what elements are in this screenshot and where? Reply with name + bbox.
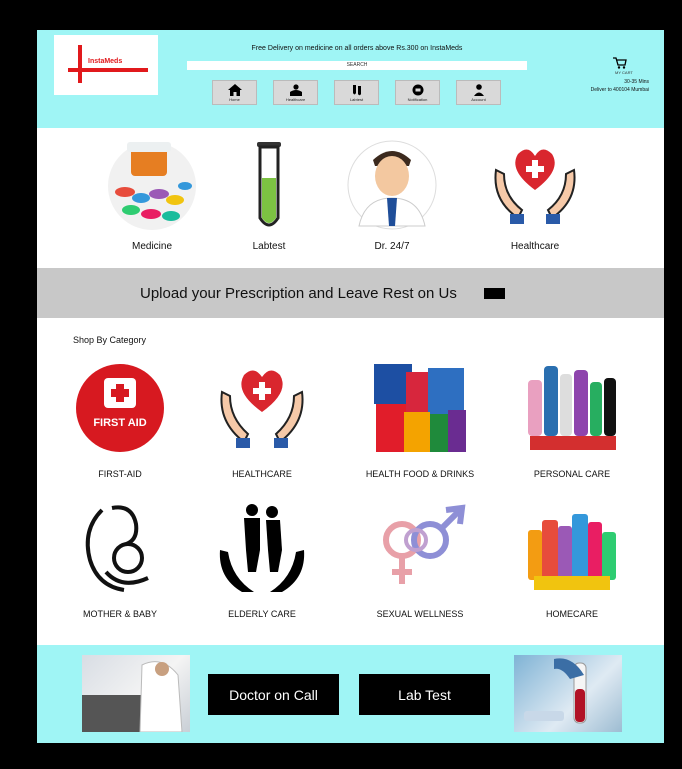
category-homecare[interactable]: HOMECARE [517,500,627,620]
topcat-medicine-label: Medicine [131,241,173,252]
homecare-icon [528,514,616,590]
healthcare-icon [289,83,302,96]
lab-test-button[interactable]: Lab Test [359,674,490,715]
nav-notification-button[interactable]: Notification [395,80,440,105]
promo-text: Free Delivery on medicine on all orders … [251,45,463,52]
category-personal-care-label: PERSONAL CARE [533,469,611,479]
category-healthcare[interactable]: HEALTHCARE [207,360,317,480]
category-first-aid-label: FIRST-AID [98,469,142,479]
category-sexual-wellness[interactable]: SEXUAL WELLNESS [365,500,475,620]
medicine-pills-icon [108,142,196,230]
search-bar[interactable]: SEARCH [187,61,527,70]
nav-bar: Home Healthcare Labtest Notification Acc… [212,80,501,107]
gender-symbols-icon [383,504,466,584]
topcat-doctor[interactable]: Dr. 24/7 [337,140,447,252]
health-drinks-icon [374,364,466,452]
shop-by-category-title: Shop By Category [73,335,147,345]
first-aid-logo-text: FIRST AID [93,417,146,429]
notification-icon [412,84,423,95]
test-tube-icon [257,142,281,227]
category-mother-baby[interactable]: MOTHER & BABY [65,500,175,620]
nav-healthcare-button[interactable]: Healthcare [273,80,318,105]
account-icon [473,83,484,96]
personal-care-icon [528,366,616,450]
category-elderly-care[interactable]: ELDERLY CARE [207,500,317,620]
nav-home-label: Home [229,96,240,102]
delivery-location: Deliver to 400104 Mumbai [590,87,649,93]
doctor-icon [347,140,437,230]
logo-text: InstaMeds [88,58,123,65]
nav-account-button[interactable]: Account [456,80,501,105]
bottom-section: Doctor on Call Lab Test [37,645,664,743]
mother-baby-icon [85,505,149,592]
nav-notification-label: Notification [407,96,428,102]
nav-labtest-button[interactable]: Labtest [334,80,379,105]
first-aid-icon: FIRST AID [76,364,164,452]
delivery-info[interactable]: 30-35 Mins Deliver to 400104 Mumbai [537,78,649,94]
logo[interactable]: InstaMeds [54,35,158,95]
home-icon [227,83,242,96]
lab-sample-image [514,655,622,732]
logo-cross-icon [78,45,82,83]
upload-button[interactable] [484,288,505,299]
category-sexual-wellness-label: SEXUAL WELLNESS [376,609,464,619]
category-health-food-label: HEALTH FOOD & DRINKS [365,469,475,479]
doctor-on-call-button[interactable]: Doctor on Call [208,674,339,715]
category-healthcare-label: HEALTHCARE [232,469,292,479]
header: InstaMeds Free Delivery on medicine on a… [37,30,664,128]
doctor-image-icon [82,661,183,733]
top-categories: Medicine Labtest Dr. 24/7 Healthcare [37,128,664,268]
heart-hands-icon [494,149,576,224]
topcat-medicine[interactable]: Medicine [97,140,207,252]
topcat-labtest[interactable]: Labtest [214,140,324,252]
nav-healthcare-label: Healthcare [285,96,306,102]
cart-icon[interactable] [613,57,627,69]
logo-cross-bar [68,68,148,72]
doctor-laptop-image [82,655,190,733]
upload-prescription-banner: Upload your Prescription and Leave Rest … [37,268,664,318]
elderly-care-icon [219,504,305,592]
topcat-labtest-label: Labtest [252,241,286,252]
category-personal-care[interactable]: PERSONAL CARE [517,360,627,480]
labtest-icon [352,84,361,95]
cart-label: MY CART [615,70,633,75]
blood-sample-icon [524,658,587,724]
heart-hands-icon [220,370,304,448]
delivery-time: 30-35 Mins [624,79,649,85]
topcat-healthcare[interactable]: Healthcare [480,140,590,252]
topcat-healthcare-label: Healthcare [510,241,560,252]
nav-account-label: Account [471,96,486,102]
nav-labtest-label: Labtest [349,96,364,102]
category-health-food[interactable]: HEALTH FOOD & DRINKS [365,360,475,480]
nav-home-button[interactable]: Home [212,80,257,105]
page: InstaMeds Free Delivery on medicine on a… [37,30,664,743]
category-first-aid[interactable]: FIRST AID FIRST-AID [65,360,175,480]
category-mother-baby-label: MOTHER & BABY [82,609,157,619]
topcat-doctor-label: Dr. 24/7 [374,241,410,252]
category-elderly-care-label: ELDERLY CARE [228,609,296,619]
upload-text: Upload your Prescription and Leave Rest … [140,285,457,302]
category-homecare-label: HOMECARE [545,609,598,619]
